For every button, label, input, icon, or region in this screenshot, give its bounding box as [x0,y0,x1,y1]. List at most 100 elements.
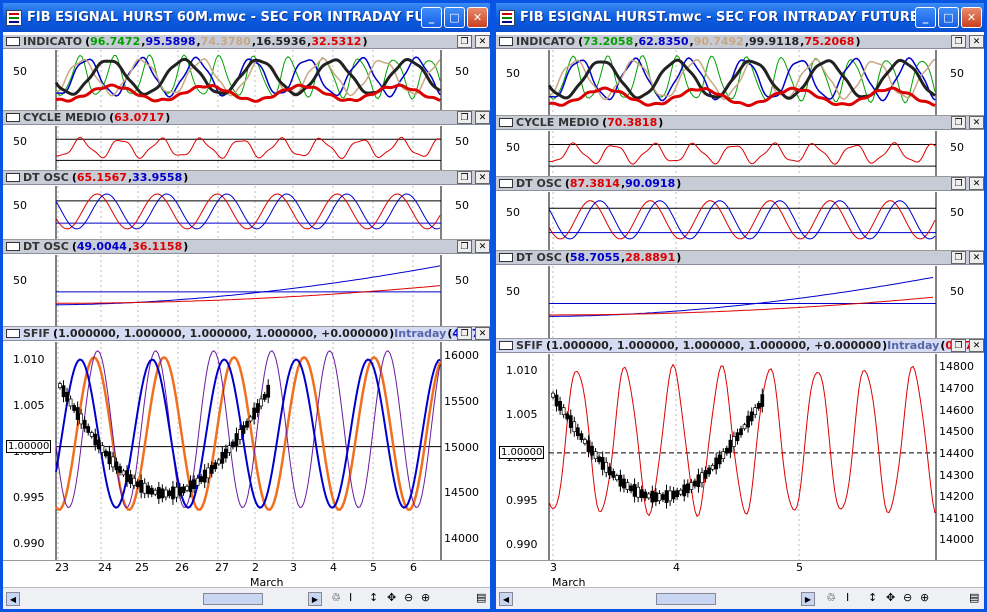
plot-area[interactable]: 50 50 [3,50,490,110]
zoom-in-icon[interactable]: ⊕ [920,591,929,604]
sync-icon[interactable]: ♲ [826,591,836,604]
pane-select-box[interactable] [6,37,20,46]
close-pane-icon[interactable]: ✕ [475,111,490,124]
title-bar[interactable]: FIB ESIGNAL HURST.mwc - SEC FOR INTRADAY… [496,3,984,32]
minimize-button[interactable]: _ [915,7,936,28]
scroll-right-icon[interactable]: ▶ [308,592,322,606]
zoom-in-icon[interactable]: ⊕ [421,591,430,604]
scroll-left-icon[interactable]: ◀ [499,592,513,606]
zoom-out-icon[interactable]: ⊖ [404,591,413,604]
close-button[interactable]: ✕ [467,7,488,28]
pane-header[interactable]: DT OSC(49.0044, 36.1158 ) ❐ ✕ [3,240,490,254]
restore-pane-icon[interactable]: ❐ [457,240,472,253]
scroll-right-icon[interactable]: ▶ [801,592,815,606]
pane-value: 33.9558 [132,171,183,184]
maximize-button[interactable]: □ [938,7,959,28]
pane-select-box[interactable] [499,179,513,188]
indicator-pane-3[interactable]: DT OSC(49.0044, 36.1158 ) ❐ ✕ 50 50 [3,240,490,327]
close-pane-icon[interactable]: ✕ [475,35,490,48]
pane-header[interactable]: SFIF(1.000000, 1.000000, 1.000000, 1.000… [496,339,984,353]
pane-header[interactable]: DT OSC(87.3814, 90.0918 ) ❐ ✕ [496,177,984,191]
indicator-pane-0[interactable]: INDICATO(73.2058, 62.8350, 90.7492, 99.9… [496,35,984,116]
pane-select-box[interactable] [499,253,513,262]
indicator-pane-4[interactable]: SFIF(1.000000, 1.000000, 1.000000, 1.000… [3,327,490,561]
pane-select-box[interactable] [499,37,513,46]
restore-pane-icon[interactable]: ❐ [457,327,472,340]
pane-value: 70.3818 [607,116,658,129]
pane-select-box[interactable] [499,118,513,127]
y-axis-label-right: 50 [950,140,964,154]
restore-pane-icon[interactable]: ❐ [457,35,472,48]
restore-pane-icon[interactable]: ❐ [951,251,966,264]
pane-select-box[interactable] [6,113,20,122]
plot-area[interactable]: 50 50 [496,266,984,338]
indicator-pane-3[interactable]: DT OSC(58.7055, 28.8891 ) ❐ ✕ 50 50 [496,251,984,339]
restore-pane-icon[interactable]: ❐ [951,177,966,190]
pane-value: 32.5312 [311,35,362,48]
restore-pane-icon[interactable]: ❐ [457,111,472,124]
pane-header[interactable]: DT OSC(58.7055, 28.8891 ) ❐ ✕ [496,251,984,265]
cursor-icon[interactable]: I [349,591,352,604]
horizontal-scrollbar[interactable]: ◀ ▶ ♲ I ↕ ✥ ⊖ ⊕ ▤ [3,587,490,609]
end-icon[interactable]: ▤ [476,591,486,604]
chart-window-15m[interactable]: FIB ESIGNAL HURST.mwc - SEC FOR INTRADAY… [493,0,987,612]
pane-select-box[interactable] [499,341,513,350]
plot-area[interactable]: 50 50 [3,126,490,170]
close-pane-icon[interactable]: ✕ [475,327,490,340]
plot-area[interactable]: 50 50 [3,186,490,239]
zoom-out-icon[interactable]: ⊖ [903,591,912,604]
end-icon[interactable]: ▤ [969,591,979,604]
pane-header[interactable]: CYCLE MEDIO(63.0717 ) ❐ ✕ [3,111,490,125]
pane-value: 75.2068 [804,35,855,48]
close-pane-icon[interactable]: ✕ [969,35,984,48]
close-pane-icon[interactable]: ✕ [969,339,984,352]
close-pane-icon[interactable]: ✕ [969,177,984,190]
sync-icon[interactable]: ♲ [331,591,341,604]
pane-header[interactable]: DT OSC(65.1567, 33.9558 ) ❐ ✕ [3,171,490,185]
plot-svg [55,126,442,170]
scroll-thumb[interactable] [203,593,263,605]
indicator-pane-1[interactable]: CYCLE MEDIO(70.3818 ) ❐ ✕ 50 50 [496,116,984,177]
pane-header[interactable]: INDICATO(96.7472, 95.5898, 74.3780, 16.5… [3,35,490,49]
updown-icon[interactable]: ↕ [369,591,378,604]
indicator-pane-0[interactable]: INDICATO(96.7472, 95.5898, 74.3780, 16.5… [3,35,490,111]
title-bar[interactable]: FIB ESIGNAL HURST 60M.mwc - SEC FOR INTR… [3,3,490,32]
x-axis-label: 26 [175,561,189,574]
restore-pane-icon[interactable]: ❐ [457,171,472,184]
pane-select-box[interactable] [6,173,20,182]
restore-pane-icon[interactable]: ❐ [951,339,966,352]
close-button[interactable]: ✕ [961,7,982,28]
updown-icon[interactable]: ↕ [868,591,877,604]
pane-header[interactable]: SFIF(1.000000, 1.000000, 1.000000, 1.000… [3,327,490,341]
chart-window-60m[interactable]: FIB ESIGNAL HURST 60M.mwc - SEC FOR INTR… [0,0,493,612]
plot-area[interactable]: 1.0101.0051.0000.9950.990160001550015000… [3,342,490,560]
close-pane-icon[interactable]: ✕ [969,251,984,264]
plot-area[interactable]: 50 50 [3,255,490,326]
restore-pane-icon[interactable]: ❐ [951,35,966,48]
pane-header[interactable]: INDICATO(73.2058, 62.8350, 90.7492, 99.9… [496,35,984,49]
indicator-pane-1[interactable]: CYCLE MEDIO(63.0717 ) ❐ ✕ 50 50 [3,111,490,171]
restore-pane-icon[interactable]: ❐ [951,116,966,129]
close-pane-icon[interactable]: ✕ [475,171,490,184]
indicator-pane-4[interactable]: SFIF(1.000000, 1.000000, 1.000000, 1.000… [496,339,984,561]
cursor-icon[interactable]: I [846,591,849,604]
scroll-left-icon[interactable]: ◀ [6,592,20,606]
plot-area[interactable]: 50 50 [496,131,984,176]
plot-area[interactable]: 50 50 [496,50,984,115]
horizontal-scrollbar[interactable]: ◀ ▶ ♲ I ↕ ✥ ⊖ ⊕ ▤ [496,587,984,609]
indicator-pane-2[interactable]: DT OSC(87.3814, 90.0918 ) ❐ ✕ 50 50 [496,177,984,251]
minimize-button[interactable]: _ [421,7,442,28]
pane-value: 90.7492 [693,35,744,48]
pane-select-box[interactable] [6,242,20,251]
scroll-thumb[interactable] [656,593,716,605]
move-icon[interactable]: ✥ [387,591,396,604]
close-pane-icon[interactable]: ✕ [475,240,490,253]
indicator-pane-2[interactable]: DT OSC(65.1567, 33.9558 ) ❐ ✕ 50 50 [3,171,490,240]
plot-area[interactable]: 50 50 [496,192,984,250]
close-pane-icon[interactable]: ✕ [969,116,984,129]
move-icon[interactable]: ✥ [886,591,895,604]
plot-area[interactable]: 1.0101.0051.0000.9950.990148001470014600… [496,354,984,560]
pane-header[interactable]: CYCLE MEDIO(70.3818 ) ❐ ✕ [496,116,984,130]
maximize-button[interactable]: □ [444,7,465,28]
pane-select-box[interactable] [6,329,20,338]
